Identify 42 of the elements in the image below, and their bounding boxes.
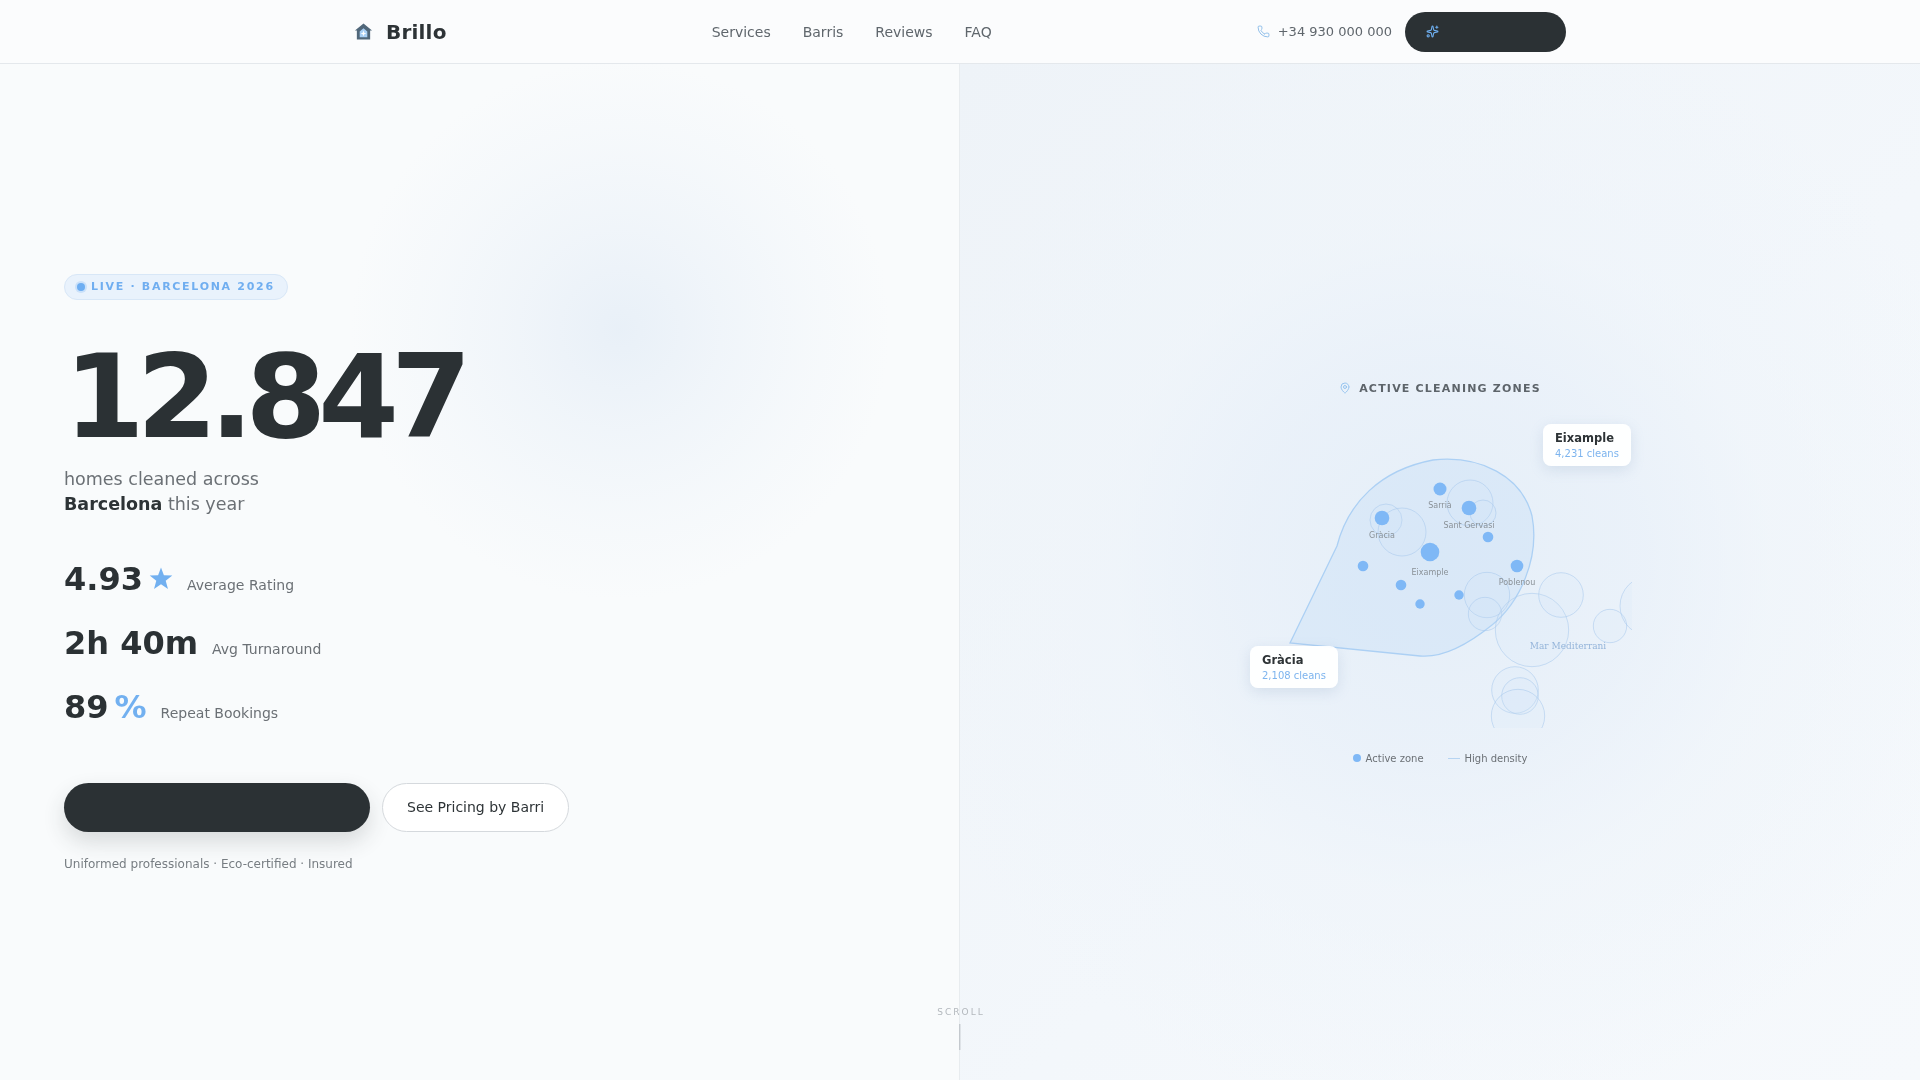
primary-button[interactable] bbox=[1405, 11, 1566, 52]
stat-value: 4.93 bbox=[64, 560, 143, 597]
trust-note: Uniformed professionals · Eco-certified · Insured bbox=[64, 856, 353, 871]
legend-line-icon bbox=[1447, 757, 1460, 759]
scroll-hint: SCROLL bbox=[936, 1007, 985, 1017]
map-pin-icon bbox=[1339, 382, 1352, 394]
pricing-button[interactable]: See Pricing by Barri bbox=[382, 782, 570, 832]
homes-count: 12.847 bbox=[64, 338, 464, 455]
stat-value: 2h 40m bbox=[64, 624, 199, 661]
phone-link[interactable]: +34 930 000 000 bbox=[1256, 24, 1392, 39]
sparkle-icon bbox=[1426, 25, 1439, 38]
stat-label: Repeat Bookings bbox=[160, 704, 279, 721]
sea-label: Mar Mediterrani bbox=[1529, 640, 1607, 651]
district-label: Sarrià bbox=[1428, 500, 1452, 510]
zones-title: ACTIVE CLEANING ZONES bbox=[1359, 381, 1541, 395]
nav-link[interactable]: Services bbox=[711, 23, 771, 40]
nav-link[interactable]: Barris bbox=[802, 23, 844, 40]
brand-name: Brillo bbox=[386, 19, 447, 44]
phone-icon bbox=[1256, 25, 1270, 38]
callout-title: Gràcia bbox=[1262, 652, 1305, 667]
callout-title: Eixample bbox=[1555, 430, 1615, 445]
district-label: Gràcia bbox=[1369, 530, 1395, 540]
callout-count: 4,231 cleans bbox=[1555, 447, 1619, 459]
stat-unit: % bbox=[114, 688, 147, 725]
stat-value: 89 bbox=[64, 688, 109, 725]
district-label: Sant Gervasi bbox=[1443, 520, 1495, 530]
primary-button[interactable] bbox=[64, 782, 370, 832]
legend-label: High density bbox=[1464, 752, 1528, 764]
star-icon bbox=[148, 566, 173, 590]
stat-label: Avg Turnaround bbox=[212, 640, 322, 657]
legend-dot-icon bbox=[1352, 754, 1361, 762]
nav-link[interactable]: FAQ bbox=[964, 23, 992, 40]
house-logo-icon bbox=[354, 22, 373, 41]
count-caption: homes cleaned across Barcelona this year bbox=[64, 467, 260, 516]
badge-text: LIVE · BARCELONA 2026 bbox=[91, 280, 275, 293]
district-label: Eixample bbox=[1411, 567, 1449, 577]
legend-label: Active zone bbox=[1365, 752, 1424, 764]
district-label: Poblenou bbox=[1498, 577, 1536, 587]
live-dot-icon bbox=[77, 282, 85, 291]
stat-label: Average Rating bbox=[186, 576, 295, 593]
callout-count: 2,108 cleans bbox=[1262, 669, 1326, 681]
nav-link[interactable]: Reviews bbox=[875, 23, 933, 40]
